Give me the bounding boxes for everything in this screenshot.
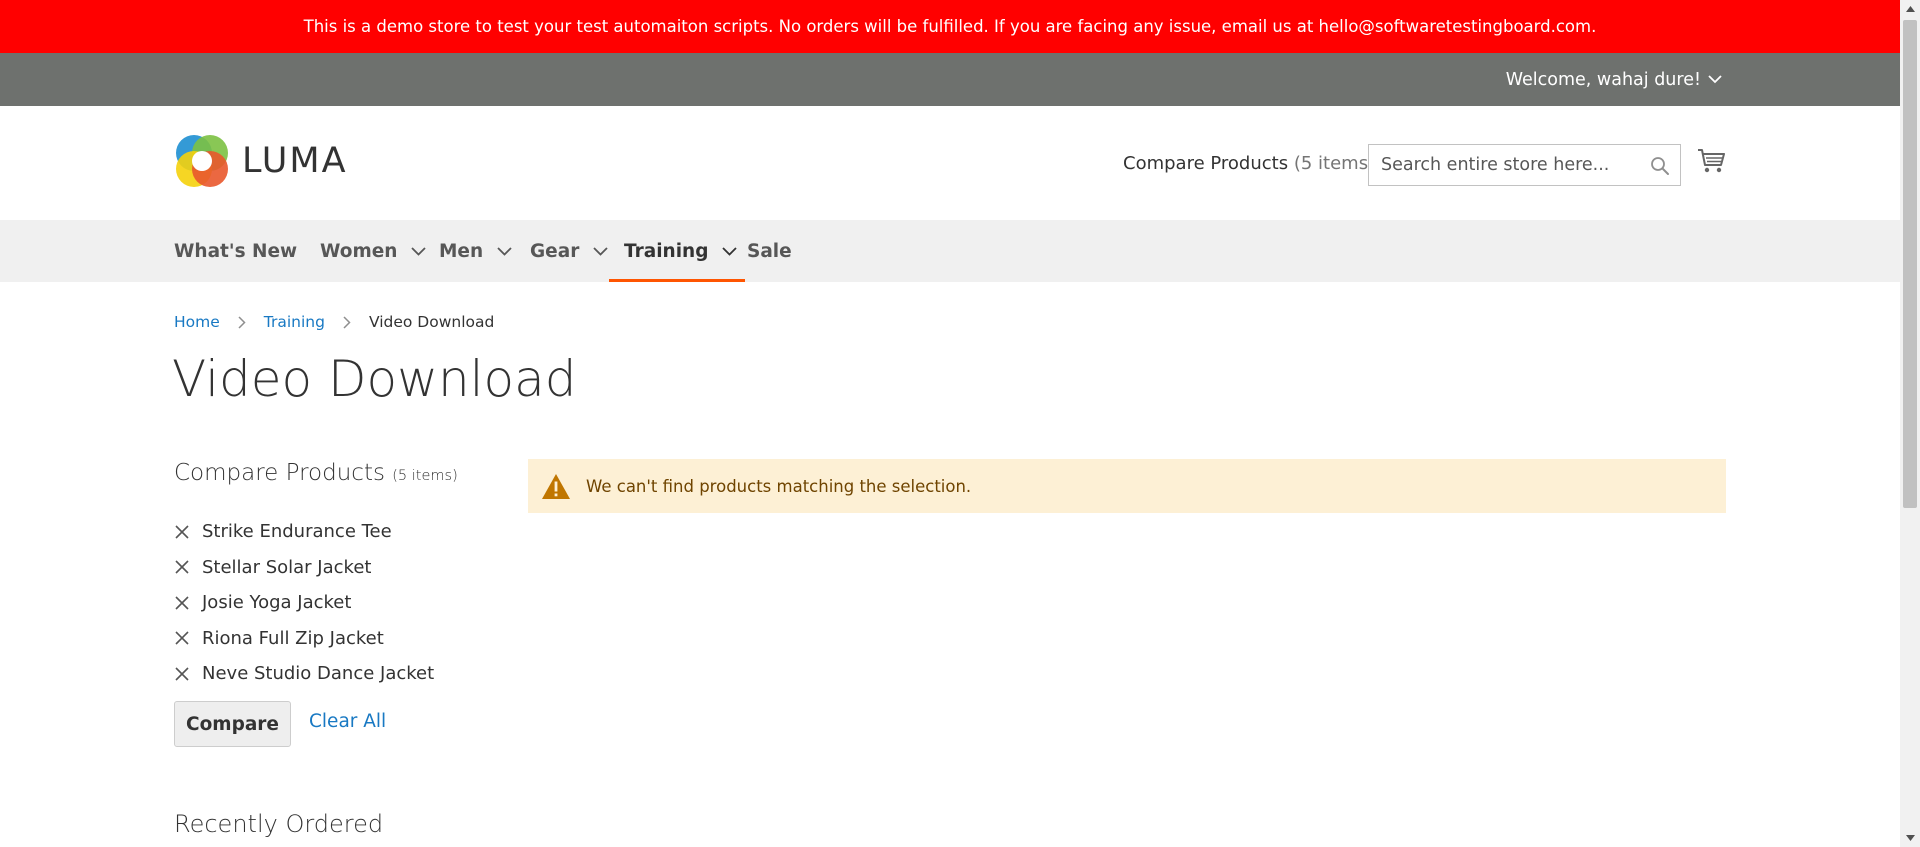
breadcrumb-training[interactable]: Training <box>264 313 325 331</box>
compare-products-title: Compare Products (5 items) <box>174 460 458 486</box>
scroll-up-arrow-icon[interactable] <box>1900 0 1920 18</box>
compare-products-count: (5 items) <box>1293 153 1376 174</box>
compare-products-label: Compare Products <box>1123 153 1289 174</box>
welcome-text: Welcome, wahaj dure! <box>1505 69 1701 90</box>
remove-item-icon[interactable] <box>174 595 190 611</box>
remove-item-icon[interactable] <box>174 666 190 682</box>
nav-item-label: Women <box>320 240 398 262</box>
compare-button[interactable]: Compare <box>174 701 291 747</box>
compare-products-count: (5 items) <box>392 468 458 484</box>
nav-item-men[interactable]: Men <box>439 220 512 282</box>
main-navigation: What's New Women Men Gear Training Sale <box>0 220 1900 282</box>
logo-icon <box>176 135 228 187</box>
nav-item-sale[interactable]: Sale <box>747 220 792 282</box>
nav-item-gear[interactable]: Gear <box>530 220 608 282</box>
list-item: Strike Endurance Tee <box>174 514 434 550</box>
nav-item-training[interactable]: Training <box>608 220 746 282</box>
compare-item-name[interactable]: Strike Endurance Tee <box>202 521 392 542</box>
nav-item-women[interactable]: Women <box>320 220 427 282</box>
breadcrumb: Home Training Video Download <box>174 313 494 331</box>
page-title: Video Download <box>172 350 577 408</box>
demo-notice-text: This is a demo store to test your test a… <box>303 17 1597 36</box>
chevron-down-icon <box>411 246 427 256</box>
luma-logo[interactable]: LUMA <box>174 133 348 189</box>
list-item: Neve Studio Dance Jacket <box>174 656 434 692</box>
chevron-down-icon <box>1708 75 1722 84</box>
chevron-down-icon <box>497 246 512 256</box>
compare-products-list: Strike Endurance Tee Stellar Solar Jacke… <box>174 514 434 692</box>
nav-item-label: Men <box>439 240 484 262</box>
nav-item-label: Gear <box>530 240 580 262</box>
list-item: Riona Full Zip Jacket <box>174 621 434 657</box>
scroll-down-arrow-icon[interactable] <box>1900 829 1920 847</box>
remove-item-icon[interactable] <box>174 524 190 540</box>
no-products-message: We can't find products matching the sele… <box>528 459 1726 513</box>
nav-item-label: What's New <box>174 240 298 262</box>
compare-item-name[interactable]: Stellar Solar Jacket <box>202 557 371 578</box>
vertical-scrollbar[interactable] <box>1900 0 1920 847</box>
nav-item-whats-new[interactable]: What's New <box>174 220 297 282</box>
recently-ordered-title: Recently Ordered <box>174 810 384 838</box>
cart-icon[interactable] <box>1697 148 1725 174</box>
remove-item-icon[interactable] <box>174 630 190 646</box>
list-item: Stellar Solar Jacket <box>174 550 434 586</box>
compare-item-name[interactable]: Neve Studio Dance Jacket <box>202 663 434 684</box>
search-box <box>1368 144 1681 186</box>
compare-products-heading: Compare Products <box>174 460 385 486</box>
message-text: We can't find products matching the sele… <box>586 476 972 496</box>
header-panel: Welcome, wahaj dure! <box>0 53 1900 106</box>
chevron-right-icon <box>343 315 351 329</box>
compare-item-name[interactable]: Riona Full Zip Jacket <box>202 628 384 649</box>
nav-item-label: Sale <box>747 240 792 262</box>
compare-item-name[interactable]: Josie Yoga Jacket <box>202 592 351 613</box>
customer-menu-toggle[interactable]: Welcome, wahaj dure! <box>1506 53 1722 106</box>
search-icon[interactable] <box>1650 156 1670 176</box>
list-item: Josie Yoga Jacket <box>174 585 434 621</box>
site-header: LUMA Compare Products (5 items) <box>0 106 1900 220</box>
compare-products-link[interactable]: Compare Products (5 items) <box>1123 153 1375 174</box>
nav-item-label: Training <box>624 240 709 262</box>
warning-icon <box>542 473 570 499</box>
search-input[interactable] <box>1369 146 1639 184</box>
breadcrumb-home[interactable]: Home <box>174 313 220 331</box>
remove-item-icon[interactable] <box>174 559 190 575</box>
breadcrumb-current: Video Download <box>368 313 495 331</box>
chevron-down-icon <box>722 246 738 256</box>
chevron-down-icon <box>593 246 608 256</box>
demo-notice-banner: This is a demo store to test your test a… <box>0 0 1900 53</box>
logo-text: LUMA <box>242 141 348 181</box>
clear-all-link[interactable]: Clear All <box>309 711 386 732</box>
chevron-right-icon <box>238 315 246 329</box>
scrollbar-thumb[interactable] <box>1903 20 1917 508</box>
